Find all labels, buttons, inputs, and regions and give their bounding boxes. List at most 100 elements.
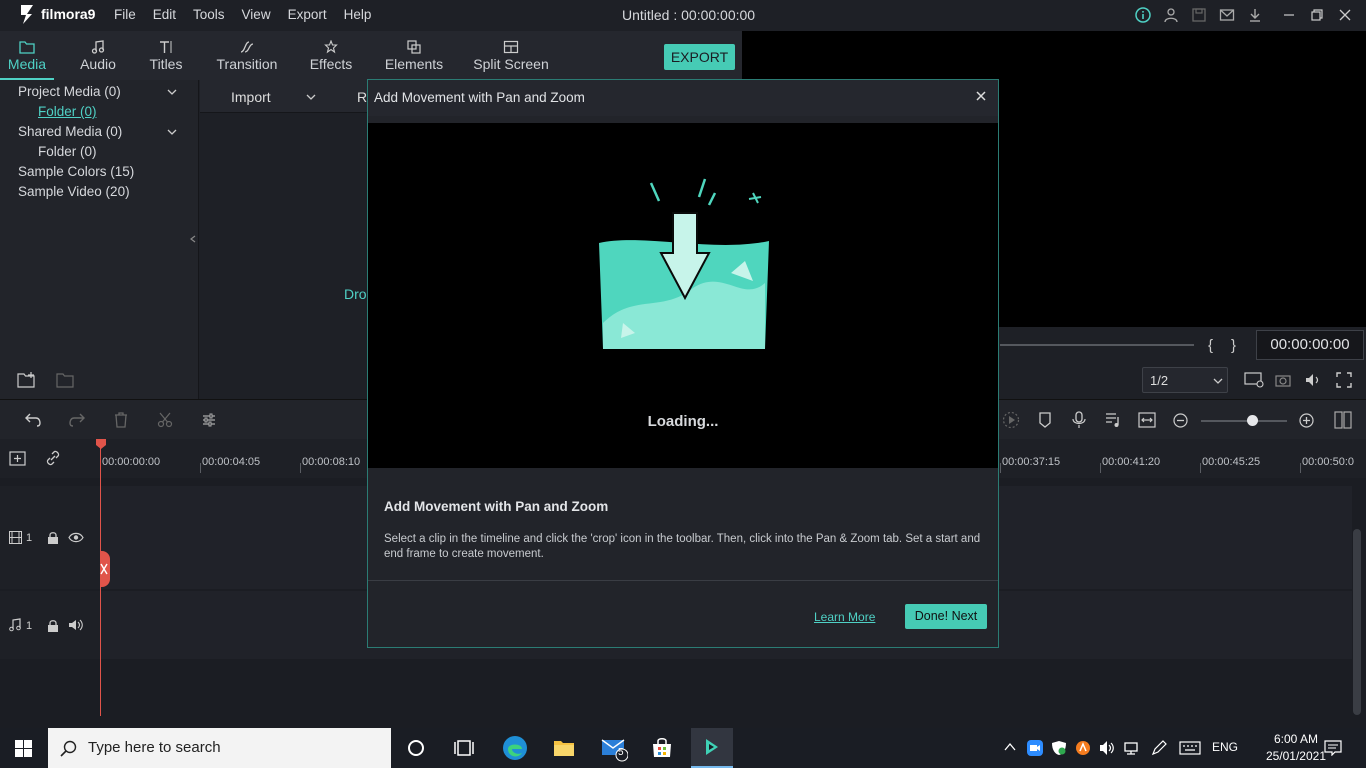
video-track-header: 1 [0,486,100,589]
lock-icon[interactable] [47,619,59,632]
info-icon[interactable] [1135,7,1151,23]
windows-start-icon[interactable] [15,740,32,757]
add-track-icon[interactable] [9,449,29,467]
fullscreen-icon[interactable] [1336,372,1352,388]
film-icon [9,531,22,544]
timeline-scrollbar[interactable] [1353,529,1361,715]
security-shield-icon[interactable] [1051,740,1067,756]
tab-media[interactable]: Media [0,31,54,80]
download-icon[interactable] [1247,7,1263,23]
redo-icon[interactable] [68,412,86,428]
zoom-slider-handle[interactable] [1247,415,1258,426]
tree-sample-colors[interactable]: Sample Colors (15) [18,164,134,179]
mark-in-icon[interactable]: { [1208,337,1213,354]
collapse-panel-icon[interactable] [190,235,196,243]
message-icon[interactable] [1219,7,1235,23]
zoom-out-icon[interactable] [1173,413,1188,428]
microphone-icon[interactable] [1072,411,1086,429]
display-settings-icon[interactable] [1244,372,1264,388]
language-indicator[interactable]: ENG [1212,740,1238,754]
loading-text: Loading... [647,413,719,430]
eye-icon[interactable] [68,532,84,543]
chevron-down-icon[interactable] [167,88,177,96]
taskbar-clock[interactable]: 6:00 AM 25/01/2021 [1266,731,1326,765]
maximize-icon[interactable] [1309,7,1325,23]
menu-file[interactable]: File [114,7,136,22]
zoom-in-icon[interactable] [1299,413,1314,428]
tree-project-media[interactable]: Project Media (0) [18,84,121,99]
save-icon[interactable] [1191,7,1207,23]
store-icon[interactable] [650,736,674,760]
pen-icon[interactable] [1151,740,1167,756]
tree-project-folder[interactable]: Folder (0) [38,104,97,119]
learn-more-link[interactable]: Learn More [814,610,875,624]
dialog-header: Add Movement with Pan and Zoom [368,80,998,116]
pan-zoom-dialog: Add Movement with Pan and Zoom Loading..… [367,79,999,648]
close-icon[interactable] [974,89,988,103]
avast-icon[interactable] [1075,740,1091,756]
new-folder-icon[interactable] [17,371,37,388]
tree-shared-media[interactable]: Shared Media (0) [18,124,122,139]
import-button[interactable]: Import [231,89,271,105]
edge-browser-icon[interactable] [502,735,528,761]
tree-sample-video[interactable]: Sample Video (20) [18,184,130,199]
tab-titles[interactable]: Titles [140,31,192,80]
chevron-up-icon[interactable] [1004,742,1016,752]
undo-icon[interactable] [24,412,42,428]
layout-toggle-icon[interactable] [1334,411,1352,429]
snapshot-icon[interactable] [1275,373,1291,387]
playhead-split-handle[interactable] [100,551,110,587]
fit-timeline-icon[interactable] [1138,411,1156,429]
tab-effects[interactable]: Effects [304,31,358,80]
preview-timecode: 00:00:00:00 [1256,330,1364,360]
zoom-meetings-icon[interactable] [1027,740,1043,756]
volume-icon[interactable] [1305,373,1321,387]
tab-split-screen[interactable]: Split Screen [472,31,550,80]
marker-icon[interactable] [1038,411,1052,429]
notifications-icon[interactable] [1324,740,1342,756]
mark-out-icon[interactable]: } [1231,337,1236,354]
preview-progress-bar[interactable] [1000,344,1194,346]
tab-audio[interactable]: Audio [72,31,124,80]
menu-export[interactable]: Export [288,7,327,22]
chevron-down-icon[interactable] [167,128,177,136]
export-button[interactable]: EXPORT [664,44,735,70]
drop-hint: Dro [344,286,367,302]
cortana-icon[interactable] [404,736,428,760]
speaker-icon[interactable] [68,619,84,631]
taskbar-search-box[interactable]: Type here to search [48,728,391,768]
quality-select[interactable]: 1/2 [1142,367,1228,393]
split-screen-icon [503,40,519,54]
done-next-button[interactable]: Done! Next [905,604,987,629]
minimize-icon[interactable] [1281,7,1297,23]
zoom-slider[interactable] [1201,420,1287,422]
audio-track-header: 1 [0,591,100,659]
tab-media-label: Media [7,56,47,72]
chevron-down-icon[interactable] [306,93,316,101]
audio-mixer-icon[interactable] [1104,411,1122,429]
menu-tools[interactable]: Tools [193,7,225,22]
delete-icon[interactable] [113,412,129,428]
menu-help[interactable]: Help [344,7,372,22]
volume-icon[interactable] [1099,740,1115,756]
tree-shared-folder[interactable]: Folder (0) [38,144,97,159]
close-icon[interactable] [1337,7,1353,23]
menu-view[interactable]: View [242,7,271,22]
delete-folder-icon[interactable] [56,372,76,388]
menu-edit[interactable]: Edit [153,7,176,22]
file-explorer-icon[interactable] [552,736,576,760]
lock-icon[interactable] [47,531,59,544]
filmora-logo-icon [21,5,33,24]
network-icon[interactable] [1123,740,1139,756]
tab-transition[interactable]: Transition [210,31,284,80]
adjust-icon[interactable] [201,412,217,428]
render-preview-icon[interactable] [1002,411,1020,429]
cut-icon[interactable] [157,412,173,428]
filmora-taskbar-button[interactable] [691,728,733,768]
account-icon[interactable] [1163,7,1179,23]
keyboard-icon[interactable] [1179,741,1201,755]
chevron-down-icon [1213,378,1223,384]
tab-elements[interactable]: Elements [382,31,446,80]
link-icon[interactable] [44,449,62,467]
task-view-icon[interactable] [452,736,476,760]
